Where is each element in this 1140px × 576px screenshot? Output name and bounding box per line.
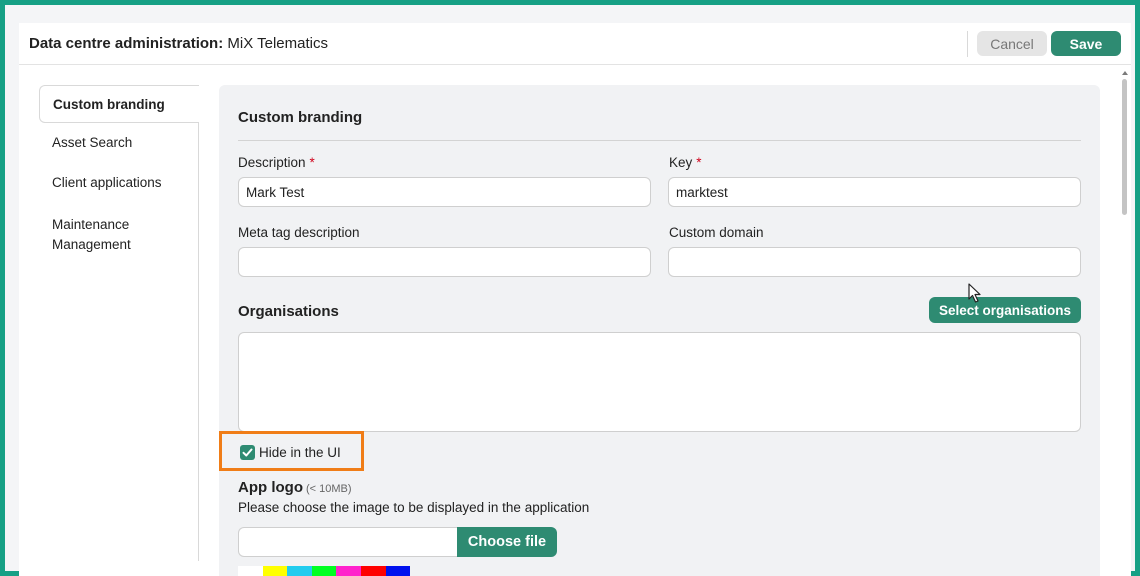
color-swatch [238,566,263,576]
color-swatch [262,566,288,576]
page-title: Data centre administration: MiX Telemati… [29,35,328,52]
choose-file-button[interactable]: Choose file [457,527,557,557]
check-icon [242,448,253,457]
vertical-scrollbar[interactable] [1119,65,1131,576]
logo-preview-swatches [238,566,411,576]
page-header: Data centre administration: MiX Telemati… [19,23,1131,65]
sidebar-item-custom-branding[interactable]: Custom branding [39,85,199,123]
description-required-mark: * [309,155,315,170]
description-label-text: Description [238,155,306,170]
app-logo-description: Please choose the image to be displayed … [238,500,590,515]
page-title-context: MiX Telematics [227,35,328,52]
admin-window: Data centre administration: MiX Telemati… [19,23,1131,576]
color-swatch [287,566,312,576]
color-swatch [385,566,411,576]
description-label: Description * [238,155,315,170]
custom-branding-panel: Custom branding Description* Key* Meta t… [219,85,1100,576]
screenshot-frame: Data centre administration: MiX Telemati… [0,0,1140,576]
header-divider [967,31,968,57]
sidebar-item-client-applications[interactable]: Client applications [39,175,199,190]
app-logo-title: App logo (< 10MB) [238,479,352,496]
color-swatch [336,566,361,576]
sidebar-nav: Custom branding Asset Search Client appl… [39,85,199,561]
meta-tag-input[interactable] [238,247,651,277]
custom-domain-input[interactable] [668,247,1081,277]
page-title-bold: Data centre administration: [29,35,224,52]
hide-in-ui-checkbox[interactable] [240,445,255,460]
key-label: Key * [669,155,702,170]
color-swatch [311,566,337,576]
scroll-up-arrow-icon[interactable] [1122,71,1128,75]
sidebar-item-asset-search[interactable]: Asset Search [39,135,199,150]
key-input[interactable] [668,177,1081,207]
organisations-list[interactable] [238,332,1081,432]
hide-in-ui-highlight: Hide in the UI [219,431,364,471]
custom-domain-label: Custom domain [669,225,764,240]
cancel-button[interactable]: Cancel [977,31,1047,56]
scroll-thumb[interactable] [1122,79,1127,215]
key-required-mark: * [696,155,702,170]
file-path-field[interactable] [238,527,460,557]
key-label-text: Key [669,155,693,170]
description-input[interactable] [238,177,651,207]
app-logo-size-hint: (< 10MB) [305,483,352,495]
select-organisations-button[interactable]: Select organisations [929,297,1081,323]
section-divider [238,140,1081,141]
organisations-title: Organisations [238,303,339,320]
hide-in-ui-label[interactable]: Hide in the UI [259,445,341,460]
mouse-pointer-icon [968,283,981,303]
color-swatch [360,566,386,576]
meta-tag-label: Meta tag description [238,225,360,240]
sidebar-item-maintenance-management[interactable]: Maintenance Management [39,215,179,255]
app-logo-title-text: App logo [238,479,303,496]
section-title: Custom branding [238,109,363,126]
save-button[interactable]: Save [1051,31,1121,56]
